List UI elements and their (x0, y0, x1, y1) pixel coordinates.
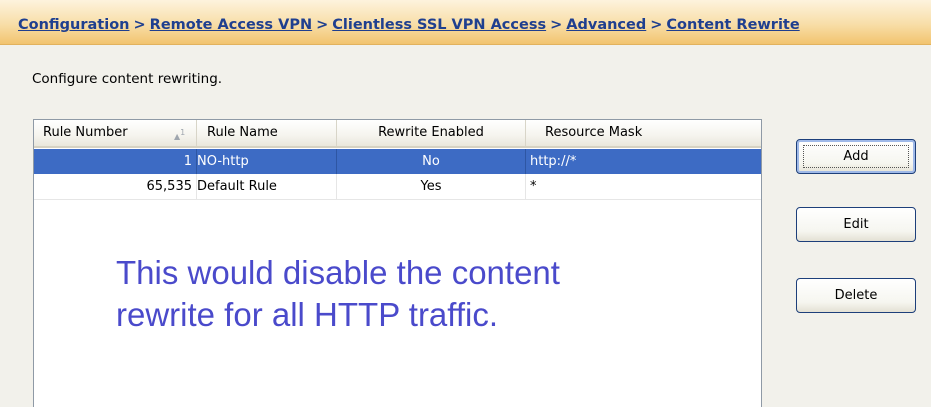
cell-rewrite-enabled: No (337, 149, 526, 174)
add-button[interactable]: Add (796, 139, 916, 174)
breadcrumb-link-content-rewrite[interactable]: Content Rewrite (666, 17, 799, 33)
table-row-selected[interactable]: 1 NO-http No http://* (34, 149, 761, 174)
breadcrumb-link-clientless-ssl-vpn-access[interactable]: Clientless SSL VPN Access (332, 17, 546, 33)
column-header-resource-mask[interactable]: Resource Mask (526, 120, 761, 146)
breadcrumb-link-advanced[interactable]: Advanced (566, 17, 646, 33)
breadcrumb-bar: Configuration > Remote Access VPN > Clientle… (0, 0, 931, 45)
column-header-label: Rule Number (43, 125, 128, 140)
edit-button[interactable]: Edit (796, 207, 916, 242)
breadcrumb-link-configuration[interactable]: Configuration (18, 17, 130, 33)
annotation-line: This would disable the content (116, 254, 560, 291)
sort-ascending-icon: ▲1 (174, 128, 186, 141)
breadcrumb-separator: > (550, 17, 563, 33)
annotation-line: rewrite for all HTTP traffic. (116, 296, 499, 333)
cell-rewrite-enabled: Yes (337, 174, 526, 199)
page-description: Configure content rewriting. (32, 71, 223, 87)
cell-resource-mask: http://* (530, 154, 577, 169)
table-header: Rule Number ▲1 Rule Name Rewrite Enabled… (34, 120, 761, 148)
breadcrumb-separator: > (316, 17, 329, 33)
delete-button[interactable]: Delete (796, 278, 916, 313)
cell-rule-name: Default Rule (197, 174, 337, 199)
cell-rule-name: NO-http (197, 149, 337, 174)
column-header-rule-name[interactable]: Rule Name (197, 120, 337, 146)
breadcrumb-link-remote-access-vpn[interactable]: Remote Access VPN (150, 17, 312, 33)
add-button-label: Add (843, 149, 869, 164)
breadcrumb: Configuration > Remote Access VPN > Clientle… (18, 17, 800, 33)
column-header-rewrite-enabled[interactable]: Rewrite Enabled (337, 120, 526, 146)
cell-rule-number: 65,535 (34, 174, 197, 199)
cell-resource-mask: * (530, 179, 537, 194)
breadcrumb-separator: > (650, 17, 663, 33)
table-row[interactable]: 65,535 Default Rule Yes * (34, 174, 761, 200)
callout-annotation: This would disable the content rewrite f… (116, 252, 736, 336)
cell-rule-number: 1 (34, 149, 197, 174)
breadcrumb-separator: > (133, 17, 146, 33)
column-header-rule-number[interactable]: Rule Number ▲1 (34, 120, 197, 146)
